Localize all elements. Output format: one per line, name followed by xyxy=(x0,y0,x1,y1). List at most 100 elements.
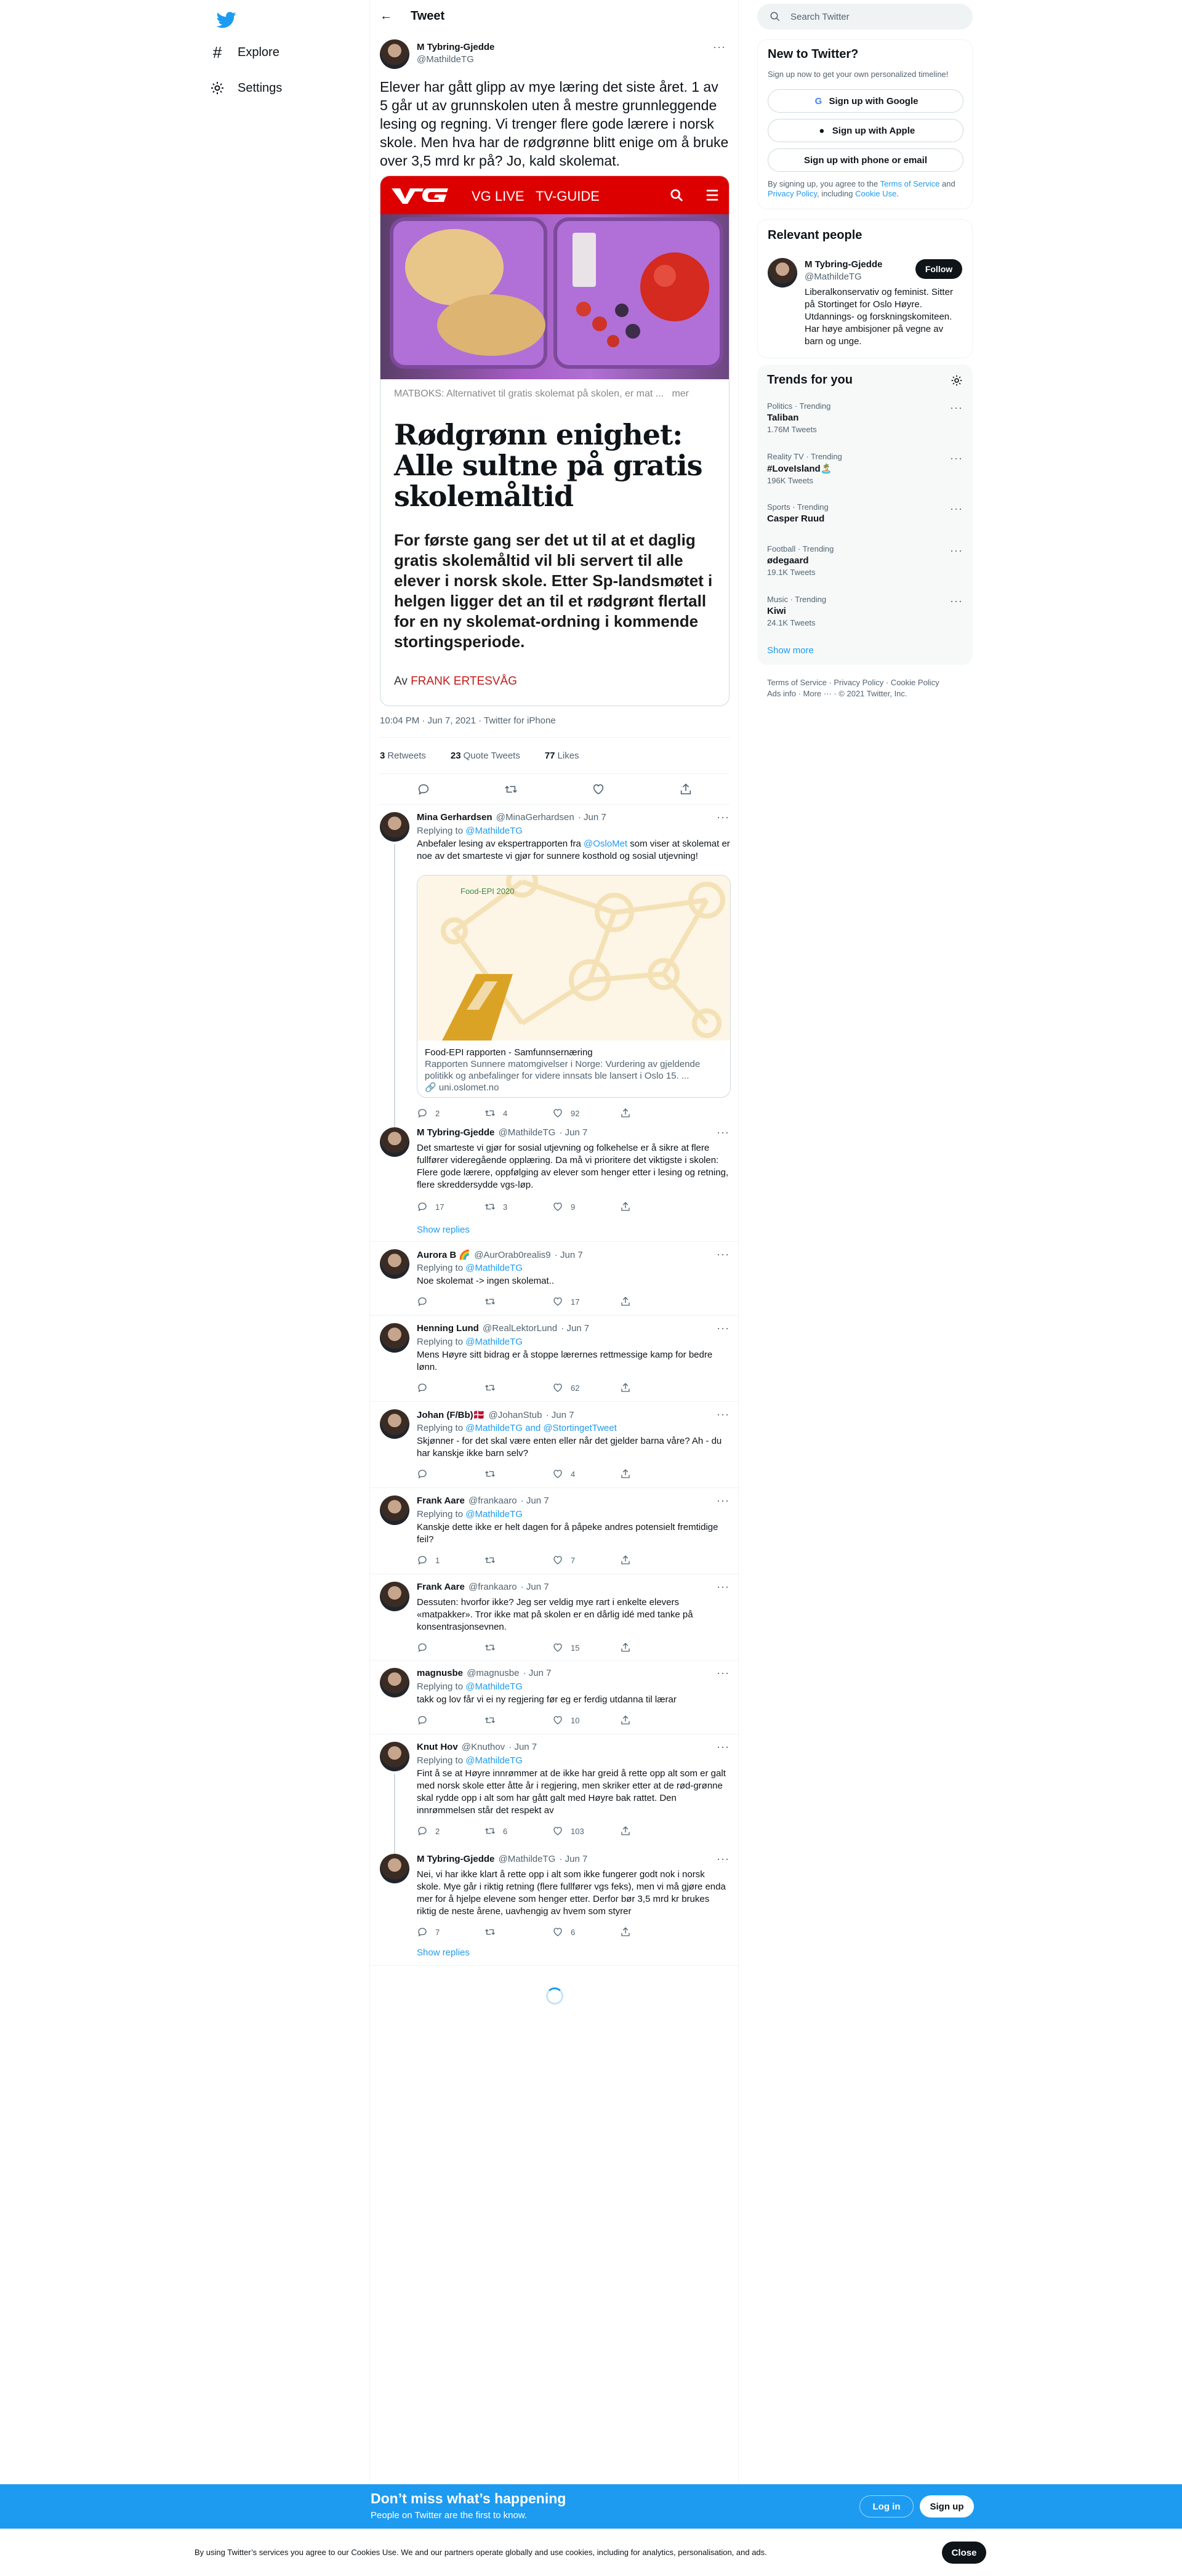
reply-tweet[interactable]: Johan (F/Bb)🇩🇰 @JohanStub · Jun 7 ··· Re… xyxy=(370,1402,739,1488)
avatar[interactable] xyxy=(380,1127,409,1157)
google-signup-button[interactable]: G Sign up with Google xyxy=(768,89,963,113)
replying-mention[interactable]: @MathildeTG and @StortingetTweet xyxy=(465,1423,617,1433)
nav-item-explore[interactable]: # Explore xyxy=(209,37,279,68)
reply-action[interactable]: 2 xyxy=(417,1824,484,1838)
avatar[interactable] xyxy=(380,1249,409,1279)
reply-author-handle[interactable]: @magnusbe xyxy=(467,1668,519,1678)
avatar[interactable] xyxy=(380,39,409,69)
reply-author-handle[interactable]: @Knuthov xyxy=(462,1742,505,1752)
reply-tweet[interactable]: M Tybring-Gjedde @MathildeTG · Jun 7 ···… xyxy=(370,1120,739,1242)
reply-tweet[interactable]: Mina Gerhardsen @MinaGerhardsen · Jun 7 … xyxy=(370,805,739,1120)
share-action[interactable] xyxy=(620,1553,688,1567)
footer-links[interactable]: Terms of Service · Privacy Policy · Cook… xyxy=(767,677,970,699)
avatar[interactable] xyxy=(380,1854,409,1883)
reply-author-name[interactable]: magnusbe xyxy=(417,1668,463,1678)
reply-tweet[interactable]: Henning Lund @RealLektorLund · Jun 7 ···… xyxy=(370,1316,739,1402)
follow-button[interactable]: Follow xyxy=(915,259,962,279)
reply-author-name[interactable]: Johan (F/Bb)🇩🇰 xyxy=(417,1410,484,1420)
reply-time[interactable]: · Jun 7 xyxy=(546,1410,574,1420)
like-action[interactable]: 62 xyxy=(552,1381,620,1395)
trend-item[interactable]: Sports · Trending Casper Ruud ··· xyxy=(767,502,963,524)
footer-line[interactable]: Terms of Service · Privacy Policy · Cook… xyxy=(767,677,970,688)
retweet-action[interactable]: 6 xyxy=(484,1824,552,1838)
reply-time[interactable]: · Jun 7 xyxy=(521,1495,549,1506)
more-options-icon[interactable]: ··· xyxy=(717,1667,730,1680)
like-action[interactable]: 9 xyxy=(552,1200,620,1214)
reply-tweet[interactable]: M Tybring-Gjedde @MathildeTG · Jun 7 ···… xyxy=(370,1846,739,1966)
more-options-icon[interactable]: ··· xyxy=(950,595,963,608)
more-options-icon[interactable]: ··· xyxy=(717,1322,730,1335)
heart-icon[interactable] xyxy=(592,783,605,796)
reply-author-name[interactable]: Frank Aare xyxy=(417,1495,465,1506)
retweet-action[interactable] xyxy=(484,1553,552,1567)
author-handle[interactable]: @MathildeTG xyxy=(417,54,474,65)
replying-mention[interactable]: @MathildeTG xyxy=(465,1755,523,1766)
more-options-icon[interactable]: ··· xyxy=(950,452,963,465)
retweet-action[interactable] xyxy=(484,1641,552,1654)
reply-time[interactable]: · Jun 7 xyxy=(509,1742,537,1752)
back-arrow-icon[interactable]: ← xyxy=(380,9,402,23)
footer-line[interactable]: Ads info · More ··· · © 2021 Twitter, In… xyxy=(767,688,970,699)
show-more-link[interactable]: Show more xyxy=(767,645,814,656)
share-action[interactable] xyxy=(620,1295,688,1308)
more-options-icon[interactable]: ··· xyxy=(950,544,963,557)
reply-author-handle[interactable]: @RealLektorLund xyxy=(483,1323,557,1334)
apple-signup-button[interactable]: ● Sign up with Apple xyxy=(768,119,963,142)
reply-tweet[interactable]: magnusbe @magnusbe · Jun 7 ··· Replying … xyxy=(370,1660,739,1734)
reply-action[interactable]: 1 xyxy=(417,1553,484,1567)
reply-author-handle[interactable]: @MathildeTG xyxy=(499,1854,556,1864)
like-action[interactable]: 92 xyxy=(552,1106,620,1120)
retweet-action[interactable] xyxy=(484,1295,552,1308)
reply-action[interactable] xyxy=(417,1641,484,1654)
phone-signup-button[interactable]: Sign up with phone or email xyxy=(768,148,963,172)
trend-item[interactable]: Reality TV · Trending #LoveIsland🏝️ 196K T… xyxy=(767,452,963,485)
avatar[interactable] xyxy=(380,1323,409,1353)
reply-action[interactable]: 2 xyxy=(417,1106,484,1120)
more-options-icon[interactable]: ··· xyxy=(717,1853,730,1866)
like-action[interactable]: 6 xyxy=(552,1925,620,1939)
login-button[interactable]: Log in xyxy=(859,2495,914,2518)
reply-action[interactable]: 7 xyxy=(417,1925,484,1939)
reply-time[interactable]: · Jun 7 xyxy=(560,1854,588,1864)
avatar[interactable] xyxy=(380,1495,409,1525)
reply-tweet[interactable]: Frank Aare @frankaaro · Jun 7 ··· Replyi… xyxy=(370,1488,739,1574)
retweet-action[interactable] xyxy=(484,1713,552,1727)
nav-item-settings[interactable]: Settings xyxy=(209,73,282,103)
avatar[interactable] xyxy=(380,812,409,842)
quote-stat[interactable]: 23 Quote Tweets xyxy=(451,751,533,761)
reply-action[interactable] xyxy=(417,1713,484,1727)
more-options-icon[interactable]: ··· xyxy=(717,1248,730,1261)
reply-author-handle[interactable]: @AurOrab0realis9 xyxy=(474,1250,550,1260)
reply-time[interactable]: · Jun 7 xyxy=(578,812,606,823)
trend-item[interactable]: Politics · Trending Taliban 1.76M Tweets ··… xyxy=(767,401,963,434)
tweet-timestamp[interactable]: 10:04 PM · Jun 7, 2021 · Twitter for iPh… xyxy=(380,715,556,726)
reply-author-name[interactable]: Henning Lund xyxy=(417,1323,479,1334)
relevant-name[interactable]: M Tybring-Gjedde xyxy=(805,259,882,270)
reply-time[interactable]: · Jun 7 xyxy=(521,1582,549,1592)
replying-mention[interactable]: @MathildeTG xyxy=(465,826,523,836)
reply-time[interactable]: · Jun 7 xyxy=(561,1323,589,1334)
retweet-icon[interactable] xyxy=(504,783,518,796)
like-stat[interactable]: 77 Likes xyxy=(545,751,592,761)
retweet-action[interactable]: 3 xyxy=(484,1200,552,1214)
reply-author-name[interactable]: M Tybring-Gjedde xyxy=(417,1127,494,1138)
like-action[interactable]: 17 xyxy=(552,1295,620,1308)
show-replies-link[interactable]: Show replies xyxy=(417,1225,470,1235)
trend-item[interactable]: Football · Trending ødegaard 19.1K Tweets ·… xyxy=(767,544,963,577)
reply-author-name[interactable]: Knut Hov xyxy=(417,1742,458,1752)
retweet-action[interactable]: 4 xyxy=(484,1106,552,1120)
reply-tweet[interactable]: Aurora B 🌈 @AurOrab0realis9 · Jun 7 ··· … xyxy=(370,1242,739,1316)
link-card[interactable]: VG LIVE TV-GUIDE MATBOKS: Alternativet t… xyxy=(380,175,730,706)
avatar[interactable] xyxy=(380,1668,409,1697)
reply-author-handle[interactable]: @frankaaro xyxy=(468,1495,517,1506)
share-action[interactable] xyxy=(620,1641,688,1654)
close-button[interactable]: Close xyxy=(942,2542,986,2564)
replying-mention[interactable]: @MathildeTG xyxy=(465,1263,523,1273)
like-action[interactable]: 7 xyxy=(552,1553,620,1567)
reply-author-handle[interactable]: @frankaaro xyxy=(468,1582,517,1592)
share-action[interactable] xyxy=(620,1467,688,1481)
search-input[interactable]: Search Twitter xyxy=(757,4,973,30)
terms-link[interactable]: Terms of Service xyxy=(880,179,940,188)
reply-time[interactable]: · Jun 7 xyxy=(560,1127,588,1138)
share-action[interactable] xyxy=(620,1200,688,1214)
